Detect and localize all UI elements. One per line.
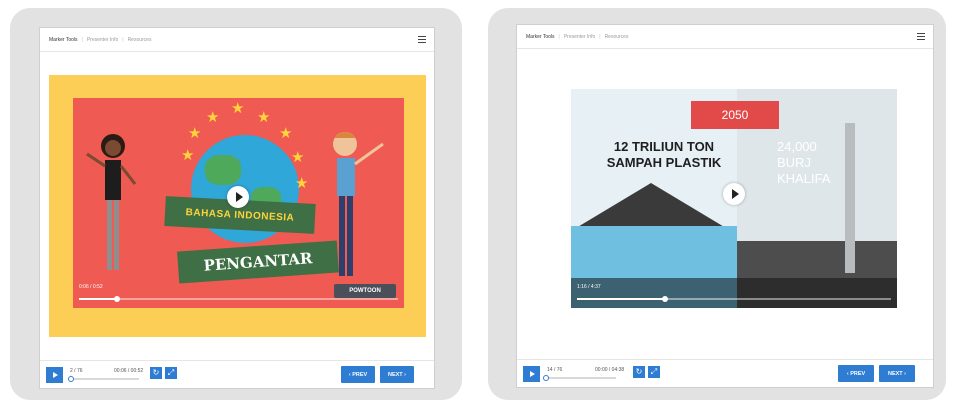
video-seek-fill xyxy=(577,298,665,300)
tab-presenter-info[interactable]: Presenter Info xyxy=(564,34,595,40)
replay-icon[interactable]: ↻ xyxy=(633,366,645,378)
star-icon: ★ xyxy=(295,175,309,192)
video-seek-knob[interactable] xyxy=(114,296,121,302)
tab-separator: | xyxy=(558,33,560,40)
star-icon: ★ xyxy=(279,125,293,142)
powtoon-logo: POWTOON xyxy=(334,284,396,298)
woman-character xyxy=(86,134,137,270)
slide-frame: ★ ★ ★ ★ ★ ★ ★ ★ BAHASA INDONESIA PENGANT… xyxy=(49,75,426,337)
slide-progress-knob[interactable] xyxy=(68,376,75,382)
slide-counter: 2 / 76 xyxy=(70,368,83,374)
play-icon xyxy=(52,372,58,378)
play-button[interactable] xyxy=(523,366,540,382)
tab-resources[interactable]: Resources xyxy=(128,37,152,43)
year-badge: 2050 xyxy=(691,101,779,129)
playback-time: 00:00 / 04:38 xyxy=(595,367,625,373)
fullscreen-icon[interactable]: ⤢ xyxy=(165,367,177,379)
video-seek-fill xyxy=(79,298,118,300)
video-play-button[interactable] xyxy=(723,183,745,205)
star-icon: ★ xyxy=(291,149,305,166)
plastic-waste-line-1: 12 TRILIUN TON xyxy=(613,139,715,154)
burj-khalifa-line-1: 24,000 xyxy=(777,139,817,154)
tab-marker-tools[interactable]: Marker Tools xyxy=(49,37,78,43)
video-time: 1:16 / 4:37 xyxy=(577,284,601,290)
screenshot-pair: Marker Tools | Presenter Info | Resource… xyxy=(0,0,956,400)
right-player-screen: Marker Tools | Presenter Info | Resource… xyxy=(516,24,934,388)
star-icon: ★ xyxy=(181,147,195,164)
tab-resources[interactable]: Resources xyxy=(605,34,629,40)
left-topbar: Marker Tools | Presenter Info | Resource… xyxy=(40,28,434,52)
next-button[interactable]: NEXT › xyxy=(879,365,915,382)
star-icon: ★ xyxy=(188,125,202,142)
video-player[interactable]: ★ ★ ★ ★ ★ ★ ★ ★ BAHASA INDONESIA PENGANT… xyxy=(73,98,404,308)
slide-progress-bar[interactable] xyxy=(543,375,616,381)
right-tablet: Marker Tools | Presenter Info | Resource… xyxy=(488,8,946,400)
star-icon: ★ xyxy=(206,109,220,126)
slide-counter: 14 / 76 xyxy=(547,367,563,373)
video-seek-bar[interactable] xyxy=(79,296,398,302)
video-time: 0:06 / 0:52 xyxy=(79,284,103,290)
mountain-illustration xyxy=(571,183,731,231)
video-play-button[interactable] xyxy=(227,186,249,208)
video-seek-knob[interactable] xyxy=(661,296,668,302)
burj-khalifa-line-3: KHALIFA xyxy=(777,171,831,186)
tab-separator: | xyxy=(599,33,601,40)
left-player-screen: Marker Tools | Presenter Info | Resource… xyxy=(39,27,435,389)
video-player[interactable]: 2050 12 TRILIUN TON SAMPAH PLASTIK 24,00… xyxy=(571,89,897,308)
plastic-waste-text: 12 TRILIUN TON SAMPAH PLASTIK xyxy=(599,139,729,171)
tab-marker-tools[interactable]: Marker Tools xyxy=(526,34,555,40)
tab-presenter-info[interactable]: Presenter Info xyxy=(87,37,118,43)
next-button[interactable]: NEXT › xyxy=(380,366,414,383)
burj-khalifa-text: 24,000 BURJ KHALIFA xyxy=(777,139,830,187)
play-icon xyxy=(529,371,535,377)
tab-separator: | xyxy=(81,36,83,43)
menu-icon[interactable] xyxy=(418,36,426,43)
prev-button[interactable]: ‹ PREV xyxy=(341,366,375,383)
star-icon: ★ xyxy=(257,109,271,126)
slide-progress-knob[interactable] xyxy=(543,375,549,381)
right-topbar: Marker Tools | Presenter Info | Resource… xyxy=(517,25,933,49)
prev-button[interactable]: ‹ PREV xyxy=(838,365,874,382)
tab-separator: | xyxy=(122,36,124,43)
video-controls-overlay xyxy=(571,278,897,308)
video-seek-bar[interactable] xyxy=(577,296,891,302)
left-control-bar: 2 / 76 00:06 / 00:52 ↻ ⤢ ‹ PREV NEXT › xyxy=(40,360,434,388)
replay-icon[interactable]: ↻ xyxy=(150,367,162,379)
left-tablet: Marker Tools | Presenter Info | Resource… xyxy=(10,8,462,400)
fullscreen-icon[interactable]: ⤢ xyxy=(648,366,660,378)
banner-pengantar: PENGANTAR xyxy=(177,240,339,284)
plastic-waste-line-2: SAMPAH PLASTIK xyxy=(606,155,722,170)
star-icon: ★ xyxy=(231,100,245,117)
right-control-bar: 14 / 76 00:00 / 04:38 ↻ ⤢ ‹ PREV NEXT › xyxy=(517,359,933,387)
slide-progress-bar[interactable] xyxy=(68,376,139,382)
play-button[interactable] xyxy=(46,367,63,383)
playback-time: 00:06 / 00:52 xyxy=(114,368,144,374)
burj-khalifa-illustration xyxy=(845,123,855,273)
menu-icon[interactable] xyxy=(917,33,925,40)
burj-khalifa-line-2: BURJ xyxy=(777,155,811,170)
